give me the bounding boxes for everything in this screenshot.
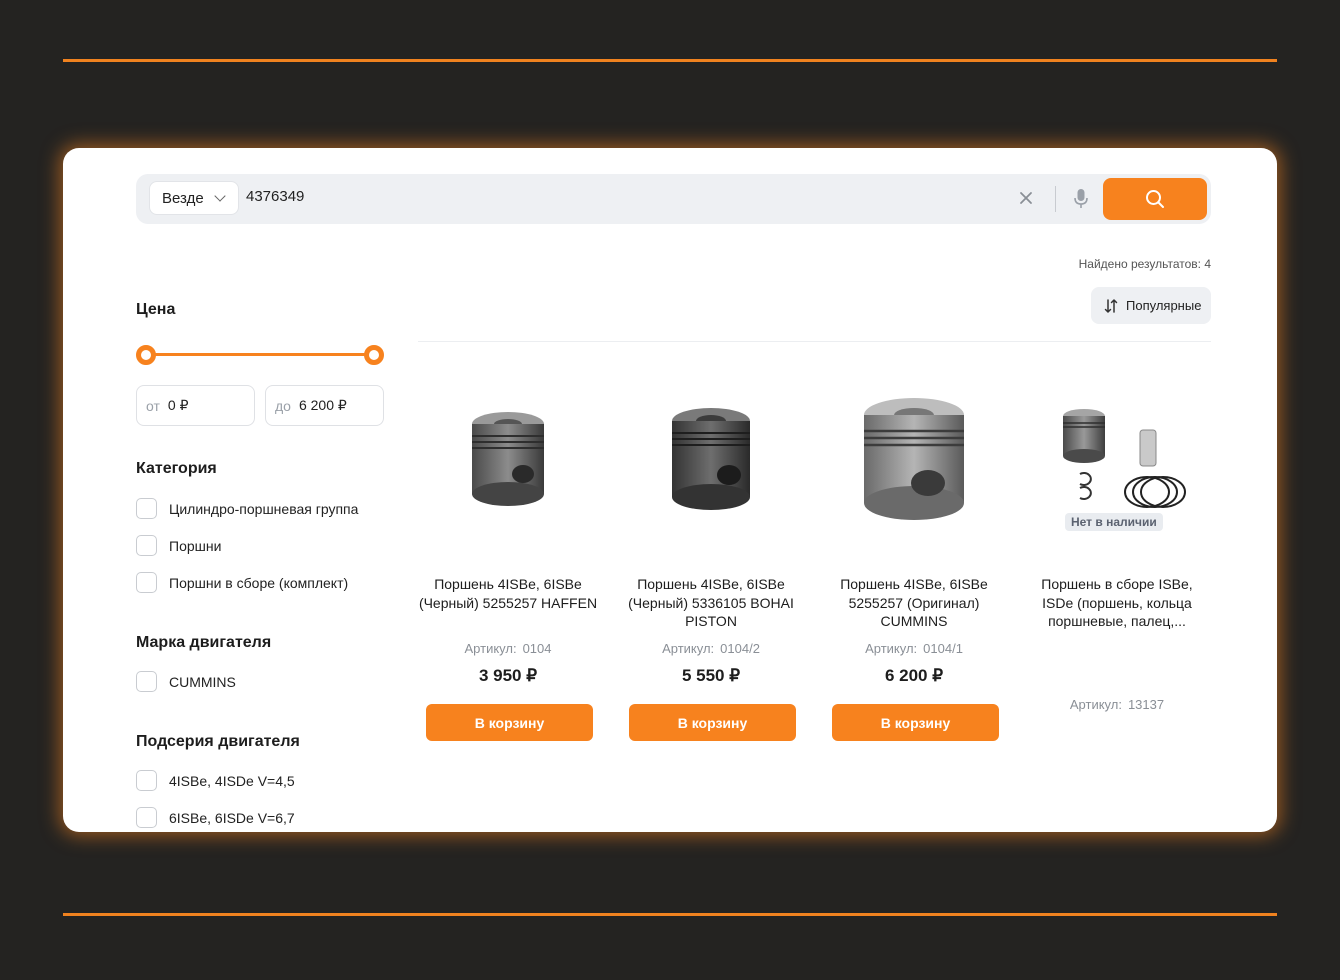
search-input[interactable] [246, 188, 946, 205]
checkbox[interactable] [136, 572, 157, 593]
out-of-stock-badge: Нет в наличии [1065, 513, 1163, 531]
piston-image [864, 398, 964, 520]
category-option-label: Поршни в сборе (комплект) [169, 574, 349, 591]
price-filter-title: Цена [136, 301, 176, 318]
add-to-cart-button[interactable]: В корзину [426, 704, 593, 741]
category-option[interactable]: Поршни в сборе (комплект) [136, 572, 348, 593]
product-name[interactable]: Поршень 4ISBe, 6ISBe (Черный) 5255257 HA… [418, 575, 598, 612]
price-to-prefix: до [275, 397, 291, 414]
product-price: 6 200 ₽ [884, 666, 944, 685]
checkbox[interactable] [136, 671, 157, 692]
microphone-icon[interactable] [1073, 188, 1089, 210]
bottom-accent-line [63, 913, 1277, 916]
category-filter-title: Категория [136, 460, 217, 477]
sku-value: 0104/2 [720, 641, 760, 656]
search-button[interactable] [1103, 178, 1207, 220]
sku-value: 0104 [522, 641, 552, 656]
product-price: 5 550 ₽ [681, 666, 741, 685]
product-image[interactable] [636, 381, 786, 541]
category-option[interactable]: Поршни [136, 535, 221, 556]
checkbox[interactable] [136, 807, 157, 828]
results-divider [418, 341, 1211, 342]
chevron-down-icon [214, 190, 226, 202]
price-slider-min-handle[interactable] [136, 345, 156, 365]
sku-label: Артикул: [865, 641, 918, 656]
close-icon[interactable] [1016, 188, 1036, 208]
add-to-cart-button[interactable]: В корзину [832, 704, 999, 741]
category-option[interactable]: Цилиндро-поршневая группа [136, 498, 358, 519]
search-bar: Везде [136, 174, 1211, 224]
engine-brand-option-label: CUMMINS [169, 673, 236, 690]
engine-brand-filter-title: Марка двигателя [136, 634, 272, 651]
category-option-label: Цилиндро-поршневая группа [169, 500, 359, 517]
search-scope-dropdown[interactable]: Везде [149, 181, 239, 215]
engine-subseries-option[interactable]: 6ISBe, 6ISDe V=6,7 [136, 807, 295, 828]
price-slider-max-handle[interactable] [364, 345, 384, 365]
results-count: Найдено результатов: 4 [1078, 257, 1211, 271]
sort-icon [1104, 298, 1118, 313]
product-image[interactable] [839, 381, 989, 541]
product-name[interactable]: Поршень 4ISBe, 6ISBe (Черный) 5336105 BO… [621, 575, 801, 631]
checkbox[interactable] [136, 770, 157, 791]
sort-button[interactable]: Популярные [1091, 287, 1211, 324]
top-accent-line [63, 59, 1277, 62]
search-icon [1146, 190, 1164, 208]
checkbox[interactable] [136, 535, 157, 556]
category-option-label: Поршни [169, 537, 222, 554]
price-to-value: 6 200 ₽ [298, 397, 347, 413]
product-sku: Артикул: 13137 [1027, 697, 1207, 712]
product-sku: Артикул: 0104 [418, 641, 598, 656]
engine-subseries-option-label: 6ISBe, 6ISDe V=6,7 [169, 809, 295, 826]
sku-label: Артикул: [464, 641, 517, 656]
price-from-field[interactable]: от 0 ₽ [136, 385, 255, 426]
sku-label: Артикул: [662, 641, 715, 656]
checkbox[interactable] [136, 498, 157, 519]
add-to-cart-button[interactable]: В корзину [629, 704, 796, 741]
product-name[interactable]: Поршень в сборе ISBe, ISDe (поршень, кол… [1027, 575, 1207, 631]
search-scope-label: Везде [162, 189, 204, 207]
search-separator [1055, 186, 1056, 212]
price-range-slider[interactable] [136, 344, 384, 366]
price-from-value: 0 ₽ [167, 397, 189, 413]
sku-value: 0104/1 [923, 641, 963, 656]
sort-label: Популярные [1126, 298, 1202, 313]
engine-subseries-option-label: 4ISBe, 4ISDe V=4,5 [169, 772, 295, 789]
product-sku: Артикул: 0104/1 [824, 641, 1004, 656]
product-name[interactable]: Поршень 4ISBe, 6ISBe 5255257 (Оригинал) … [824, 575, 1004, 631]
piston-kit-image [1063, 409, 1186, 508]
product-image[interactable] [433, 381, 583, 541]
product-price: 3 950 ₽ [478, 666, 538, 685]
piston-image [672, 408, 750, 510]
piston-image [472, 412, 544, 506]
engine-brand-option[interactable]: CUMMINS [136, 671, 236, 692]
sku-label: Артикул: [1069, 697, 1122, 712]
search-results-card: Везде Найдено результатов: 4 Популярные [63, 148, 1277, 832]
price-to-field[interactable]: до 6 200 ₽ [265, 385, 384, 426]
sku-value: 13137 [1127, 697, 1165, 712]
price-from-prefix: от [146, 397, 160, 414]
product-sku: Артикул: 0104/2 [621, 641, 801, 656]
price-slider-track [146, 353, 374, 356]
engine-subseries-option[interactable]: 4ISBe, 4ISDe V=4,5 [136, 770, 295, 791]
engine-subseries-filter-title: Подсерия двигателя [136, 733, 300, 750]
